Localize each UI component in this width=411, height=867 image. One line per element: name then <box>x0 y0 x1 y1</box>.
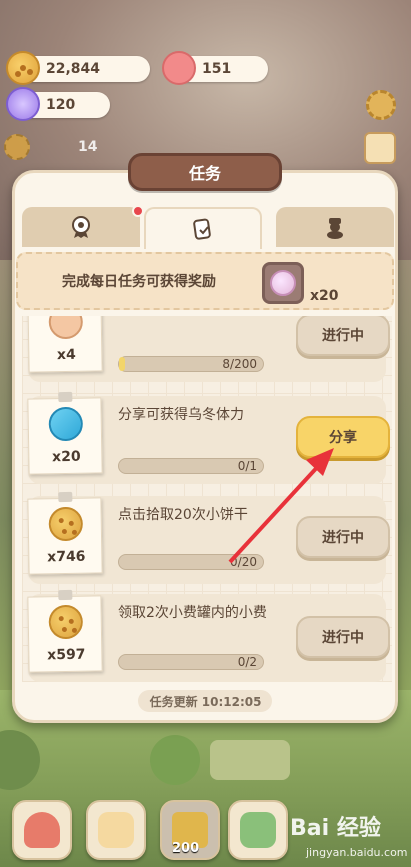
reward-count: x20 <box>310 288 339 304</box>
cookie-counter[interactable]: 22,844 <box>6 51 150 85</box>
reward-count: x4 <box>56 346 76 364</box>
task-card-icon <box>193 218 211 240</box>
progress-bar: 0/20 <box>118 554 264 570</box>
badge-icon <box>72 216 90 238</box>
pig-icon <box>162 51 196 85</box>
tab-daily-tasks[interactable] <box>144 207 262 249</box>
in-progress-button[interactable]: 进行中 <box>296 616 390 658</box>
task-refresh-timer: 任务更新 10:12:05 <box>149 695 262 709</box>
progress-fill <box>119 357 125 371</box>
side-menu-icon[interactable] <box>364 132 396 164</box>
task-desc: 点击拾取20次小饼干 <box>118 507 248 523</box>
tab-achievements[interactable] <box>22 205 144 247</box>
progress-text: 8/200 <box>222 357 257 371</box>
reward-card: x4 <box>27 316 103 373</box>
reward-count: x746 <box>47 548 86 566</box>
task-tabs <box>22 205 394 249</box>
in-progress-button[interactable]: 进行中 <box>296 516 390 558</box>
progress-bar: 0/2 <box>118 654 264 670</box>
progress-text: 0/2 <box>237 655 257 669</box>
left-mini-count: 14 <box>78 139 98 155</box>
banner-text: 完成每日任务可获得奖励 <box>62 274 216 290</box>
notification-dot <box>132 205 144 217</box>
cookie-icon <box>48 506 84 542</box>
gem-count: 120 <box>46 97 76 113</box>
background-tree <box>210 740 290 780</box>
reward-item[interactable] <box>262 262 304 304</box>
lock-count: 200 <box>172 841 200 856</box>
task-item: x597 领取2次小费罐内的小费 0/2 进行中 <box>27 589 390 682</box>
share-button[interactable]: 分享 <box>296 416 390 458</box>
cookie-icon <box>6 51 40 85</box>
bottom-home-button[interactable] <box>12 800 72 860</box>
task-item: x4 8/200 进行中 <box>27 316 390 382</box>
watermark-url: jingyan.baidu.com <box>306 846 408 859</box>
reward-count: x597 <box>47 646 86 664</box>
mushroom-house-icon <box>24 812 60 848</box>
progress-text: 0/20 <box>230 555 257 569</box>
shop-icon <box>240 812 276 848</box>
cookie-count: 22,844 <box>46 61 101 77</box>
task-item: x746 点击拾取20次小饼干 0/20 进行中 <box>27 491 390 584</box>
reward-card: x746 <box>27 491 103 575</box>
feather-icon <box>48 406 84 442</box>
background-tree <box>150 735 200 785</box>
reward-banner: 完成每日任务可获得奖励 x20 <box>16 252 394 310</box>
pin-icon <box>58 589 73 601</box>
task-item: x20 分享可获得乌冬体力 0/1 分享 <box>27 391 390 484</box>
task-desc: 分享可获得乌冬体力 <box>118 407 244 423</box>
cookie-icon <box>48 604 84 640</box>
tab-friends[interactable] <box>276 207 394 247</box>
progress-bar: 0/1 <box>118 458 264 474</box>
clipboard-icon <box>98 812 134 848</box>
gem-icon <box>6 87 40 121</box>
task-desc: 领取2次小费罐内的小费 <box>118 605 267 621</box>
ticket-icon <box>48 316 84 340</box>
left-mini-counter[interactable]: 14 <box>4 134 97 160</box>
in-progress-button[interactable]: 进行中 <box>296 316 390 356</box>
watermark-logo: Bai 经验 <box>290 816 381 841</box>
gear-icon <box>4 134 30 160</box>
modal-title: 任务 <box>128 153 282 191</box>
candy-icon <box>270 270 296 296</box>
progress-bar: 8/200 <box>118 356 264 372</box>
reward-card: x20 <box>27 391 103 475</box>
pig-counter[interactable]: 151 <box>162 51 268 85</box>
pin-icon <box>58 491 73 503</box>
settings-gear-icon[interactable] <box>366 90 396 120</box>
pig-count: 151 <box>202 61 232 77</box>
progress-text: 0/1 <box>237 459 257 473</box>
gem-counter[interactable]: 120 <box>6 87 110 121</box>
reward-count: x20 <box>51 448 81 466</box>
reward-card: x597 <box>27 589 103 673</box>
pin-icon <box>58 391 73 403</box>
cat-icon <box>327 218 343 239</box>
task-list[interactable]: x4 8/200 进行中 x20 分享可获得乌冬体力 0/1 分享 x746 点… <box>22 316 392 682</box>
bottom-shop-button[interactable] <box>228 800 288 860</box>
bottom-menu-button[interactable] <box>86 800 146 860</box>
